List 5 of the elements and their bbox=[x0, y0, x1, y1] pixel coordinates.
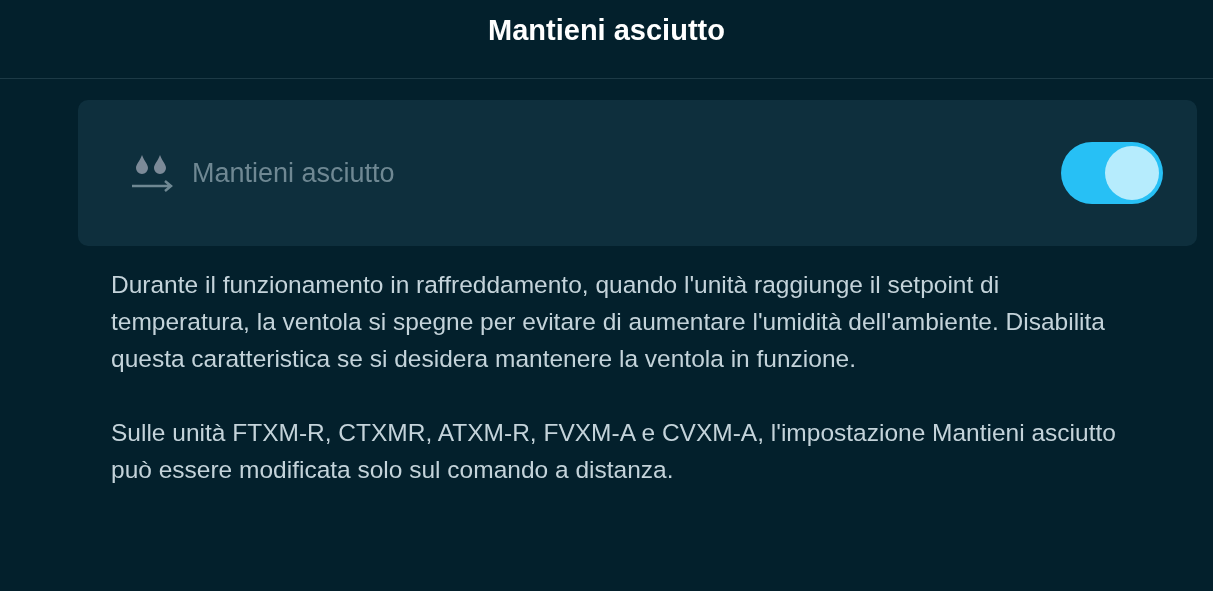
description-text: Durante il funzionamento in raffreddamento, quando l'unità raggiunge il setpoint di temperatura, la ventola si spegne per evitare di aumentare l'umidità dell'ambiente. Disabilita questa caratteristica se si desidera mantenere la ventola in funzione. bbox=[111, 270, 1106, 374]
description-text: Sulle unità FTXM-R, CTXMR, ATXM-R, FVXM-A e CVXM-A, l'impostazione Mantieni asciutto può essere modificata solo sul comando a distanza. bbox=[111, 418, 1117, 485]
page-title: Mantieni asciutto bbox=[488, 13, 725, 47]
setting-label: Mantieni asciutto bbox=[192, 157, 396, 189]
water-drops-arrow-icon bbox=[132, 153, 174, 193]
